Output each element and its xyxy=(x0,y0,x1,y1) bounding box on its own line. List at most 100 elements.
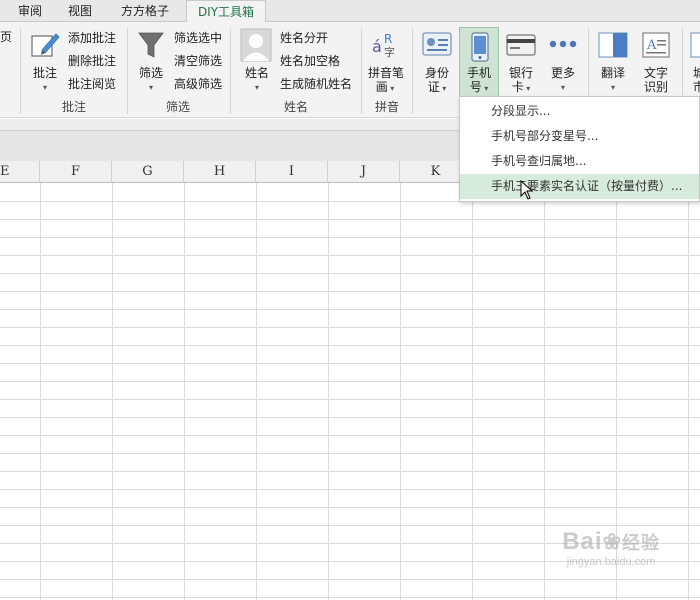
grid-row-line xyxy=(0,237,700,238)
grid-column-line xyxy=(688,183,689,600)
chevron-down-icon: ▾ xyxy=(42,83,47,92)
column-header-i[interactable]: I xyxy=(256,161,328,183)
grid-column-line xyxy=(256,183,257,600)
grid-row-line xyxy=(0,435,700,436)
ocr-label-line2: 识别 xyxy=(643,80,668,94)
column-header-j[interactable]: J xyxy=(328,161,400,183)
menu-item-mask-phone[interactable]: 手机号部分变星号... xyxy=(460,124,699,149)
ocr-text-icon: A xyxy=(642,32,670,58)
bank-card-label-line2: 卡 ▾ xyxy=(511,80,531,94)
city-label-line1: 城 xyxy=(692,66,700,80)
view-comments-button[interactable]: 批注阅览 xyxy=(68,74,116,94)
grid-column-line xyxy=(112,183,113,600)
grid-column-line xyxy=(328,183,329,600)
chevron-down-icon: ▾ xyxy=(254,83,259,92)
grid-row-line xyxy=(0,453,700,454)
chevron-down-icon: ▾ xyxy=(560,83,565,92)
comment-big-label: 批注 xyxy=(32,66,57,80)
group-separator xyxy=(361,28,362,114)
tab-view[interactable]: 视图 xyxy=(62,0,98,22)
pinyin-label-line2: 画 ▾ xyxy=(375,80,395,94)
id-card-label-line1: 身份 xyxy=(424,66,449,80)
grid-column-line xyxy=(184,183,185,600)
grid-row-line xyxy=(0,273,700,274)
grid-column-line xyxy=(544,183,545,600)
name-add-space-button[interactable]: 姓名加空格 xyxy=(280,51,340,71)
column-header-g[interactable]: G xyxy=(112,161,184,183)
grid-row-line xyxy=(0,327,700,328)
more-label: 更多 xyxy=(550,66,575,80)
group-separator xyxy=(230,28,231,114)
advanced-filter-button[interactable]: 高级筛选 xyxy=(174,74,222,94)
watermark-text-2: 经验 xyxy=(622,533,660,553)
grid-row-line xyxy=(0,219,700,220)
menu-item-phone-location[interactable]: 手机号查归属地... xyxy=(460,149,699,174)
ribbon-tab-bar: 审阅 视图 方方格子 DIY工具箱 xyxy=(0,0,700,23)
grid-row-line xyxy=(0,381,700,382)
grid-column-line xyxy=(40,183,41,600)
grid-row-line xyxy=(0,489,700,490)
city-label-line2: 市 xyxy=(692,80,700,94)
pinyin-group-label: 拼音 xyxy=(374,100,399,114)
partial-left-item[interactable]: 页 xyxy=(0,27,12,47)
grid-row-line xyxy=(0,255,700,256)
grid-row-line xyxy=(0,597,700,598)
name-big-label: 姓名 xyxy=(244,66,269,80)
phone-dropdown-menu: 分段显示... 手机号部分变星号... 手机号查归属地... 手机三要素实名认证… xyxy=(459,96,700,202)
watermark-url: jingyan.baidu.com xyxy=(566,556,656,568)
mouse-cursor-icon xyxy=(520,180,534,200)
person-icon xyxy=(240,28,272,62)
menu-item-segment-display[interactable]: 分段显示... xyxy=(460,99,699,124)
comment-edit-icon xyxy=(31,33,60,57)
city-icon xyxy=(690,32,700,58)
grid-row-line xyxy=(0,363,700,364)
grid-row-line xyxy=(0,291,700,292)
grid-row-line xyxy=(0,507,700,508)
grid-row-line xyxy=(0,579,700,580)
spreadsheet-window: 审阅 视图 方方格子 DIY工具箱 页 批注 ▾ 添加批注 删除批注 批注阅览 … xyxy=(0,0,700,600)
filter-selected-button[interactable]: 筛选选中 xyxy=(174,28,222,48)
column-header-h[interactable]: H xyxy=(184,161,256,183)
baidu-watermark: Bai❀经验 jingyan.baidu.com xyxy=(562,528,660,568)
chevron-down-icon: ▾ xyxy=(610,83,615,92)
svg-text:A: A xyxy=(646,38,657,53)
svg-text:字: 字 xyxy=(384,45,395,59)
pinyin-icon: á R 字 xyxy=(372,32,395,59)
column-header-e[interactable]: E xyxy=(0,161,40,183)
grid-column-line xyxy=(400,183,401,600)
watermark-text: Bai xyxy=(562,528,603,555)
filter-big-label: 筛选 xyxy=(138,66,163,80)
grid-row-line xyxy=(0,417,700,418)
menu-item-phone-verification[interactable]: 手机三要素实名认证（按量付费）... xyxy=(460,174,699,199)
tab-review[interactable]: 审阅 xyxy=(12,0,48,22)
translate-icon xyxy=(598,32,628,58)
paw-icon: ❀ xyxy=(602,529,622,554)
tab-fangfangezi[interactable]: 方方格子 xyxy=(114,0,176,22)
id-card-icon xyxy=(422,32,452,56)
pinyin-label-line1: 拼音笔 xyxy=(367,66,404,80)
clear-filter-button[interactable]: 清空筛选 xyxy=(174,51,222,71)
group-separator xyxy=(412,28,413,114)
phone-button[interactable]: 手机 号 ▾ xyxy=(459,27,499,97)
filter-group-label: 筛选 xyxy=(165,100,190,114)
random-name-button[interactable]: 生成随机姓名 xyxy=(280,74,352,94)
mobile-phone-icon xyxy=(471,32,489,62)
funnel-icon xyxy=(138,32,164,58)
grid-row-line xyxy=(0,399,700,400)
chevron-down-icon: ▾ xyxy=(148,83,153,92)
split-name-button[interactable]: 姓名分开 xyxy=(280,28,328,48)
svg-text:á: á xyxy=(372,37,382,56)
column-header-f[interactable]: F xyxy=(40,161,112,183)
ocr-label-line1: 文字 xyxy=(643,66,668,80)
tab-diy-toolbox[interactable]: DIY工具箱 xyxy=(186,0,266,23)
id-card-label-line2: 证 ▾ xyxy=(427,80,447,94)
delete-comment-button[interactable]: 删除批注 xyxy=(68,51,116,71)
name-group-label: 姓名 xyxy=(283,100,308,114)
bank-card-label-line1: 银行 xyxy=(508,66,533,80)
comment-group-label: 批注 xyxy=(61,100,86,114)
phone-label-line1: 手机 xyxy=(466,66,491,80)
group-separator xyxy=(20,28,21,114)
add-comment-button[interactable]: 添加批注 xyxy=(68,28,116,48)
grid-row-line xyxy=(0,471,700,472)
group-separator xyxy=(127,28,128,114)
